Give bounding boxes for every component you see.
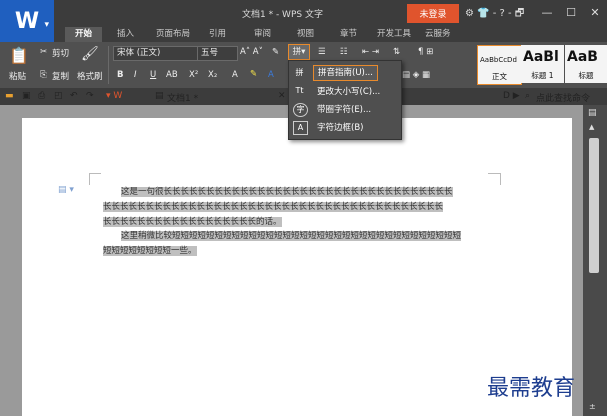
text-line: 这里稍微比较短短短短短短短短短短短短短短短短短短短短短短短短短短短短短短短短短短 [121, 231, 462, 242]
wps-logo-button[interactable]: W ▾ [0, 0, 54, 42]
style-sample: AaBl [523, 49, 559, 65]
change-case-icon: Tt [295, 86, 304, 95]
menu-item-label: 拼音指南(U)... [313, 65, 378, 81]
paste-icon[interactable]: 📋 [9, 46, 29, 65]
brush-icon[interactable]: 🖌 [81, 46, 99, 62]
grow-font-icon[interactable]: A˄ A˅ [240, 47, 263, 57]
sort-icon[interactable]: ⇅ [393, 47, 400, 57]
save-icon[interactable]: ▣ [22, 91, 31, 101]
scroll-down-icon[interactable]: ± [589, 402, 596, 411]
maximize-icon[interactable]: ☐ [560, 4, 582, 22]
phonetic-guide-button[interactable]: 拼▾ [288, 44, 310, 60]
style-heading1[interactable]: AaBl 标题 1 [521, 45, 564, 83]
style-label: 标题 [578, 71, 594, 80]
preview-icon[interactable]: ◰ [54, 91, 63, 101]
style-normal[interactable]: AaBbCcDd 正文 [477, 45, 522, 85]
font-color-icon[interactable]: A [268, 70, 274, 80]
tab-developer[interactable]: 开发工具 [377, 27, 411, 42]
tab-insert[interactable]: 插入 [117, 27, 134, 42]
print-icon[interactable]: ⎙ [38, 91, 45, 101]
toolbar-icons[interactable]: D ▶ [503, 91, 520, 101]
margin-mark [89, 173, 101, 174]
style-sample: AaB [567, 49, 598, 65]
tab-review[interactable]: 审阅 [254, 27, 271, 42]
underline-icon[interactable]: U [150, 70, 156, 80]
text-line: 长长长长长长长长长长长长长长长长长长长长长长长长长长长长长长长长长长长长长长长长 [103, 201, 444, 212]
scroll-up-icon[interactable]: ▲ [589, 123, 594, 131]
panel-toggle-icon[interactable]: ▤ [588, 108, 597, 118]
tab-view[interactable]: 视图 [297, 27, 314, 42]
close-icon[interactable]: ✕ [584, 4, 606, 22]
search-command[interactable]: 点此查找命令 [536, 91, 590, 104]
style-label: 正文 [492, 72, 507, 81]
shading-icon[interactable]: ▤ ◈ ▦ [402, 70, 430, 80]
text-line: 短短短短短短短短一些。 [103, 246, 197, 257]
menu-item-enclosed-char[interactable]: 字 带圈字符(E)... [289, 100, 401, 118]
menu-item-char-border[interactable]: A 字符边框(B) [289, 118, 401, 136]
redo-icon[interactable]: ↷ [86, 91, 94, 101]
menu-item-label: 带圈字符(E)... [317, 105, 372, 115]
chevron-down-icon: ▾ [44, 20, 49, 30]
font-family-select[interactable]: 宋体 (正文) [113, 46, 198, 61]
menu-item-phonetic-guide[interactable]: 拼 拼音指南(U)... [289, 64, 401, 82]
superscript-icon[interactable]: X² [189, 70, 198, 80]
paragraph-mark-icon[interactable]: ¶ ⊞ [418, 47, 433, 57]
scissors-icon[interactable]: ✂ [40, 47, 47, 57]
strikethrough-icon[interactable]: AB [166, 70, 178, 80]
search-icon[interactable]: ⌕ [525, 91, 530, 101]
minimize-icon[interactable]: — [536, 4, 558, 22]
ribbon-divider [108, 46, 109, 84]
numbered-list-icon[interactable]: ☷ [340, 47, 348, 57]
folder-icon[interactable]: ▬ [5, 91, 14, 101]
copy-button[interactable]: 复制 [52, 70, 69, 82]
login-button[interactable]: 未登录 [407, 4, 459, 23]
app-logo: W [14, 8, 40, 34]
tab-section[interactable]: 章节 [340, 27, 357, 42]
menu-item-label: 字符边框(B) [317, 123, 364, 133]
vertical-scrollbar[interactable] [589, 138, 599, 273]
tab-page-layout[interactable]: 页面布局 [156, 27, 190, 42]
text-effect-icon[interactable]: A [232, 70, 238, 80]
phonetic-dropdown-menu: 拼 拼音指南(U)... Tt 更改大小写(C)... 字 带圈字符(E)...… [288, 60, 402, 140]
style-heading[interactable]: AaB 标题 [565, 45, 607, 83]
clear-format-icon[interactable]: ✎ [272, 47, 279, 57]
title-tool-icons[interactable]: ⚙ 👕 - ? - 🗗 [465, 6, 524, 23]
tab-home[interactable]: 开始 [65, 27, 103, 42]
watermark: 最需教育 [487, 376, 576, 401]
menu-item-label: 更改大小写(C)... [317, 87, 381, 97]
paragraph-icon: ▤ ▾ [58, 185, 74, 195]
tab-references[interactable]: 引用 [209, 27, 226, 42]
indent-icon[interactable]: ⇤ ⇥ [362, 47, 379, 57]
style-sample: AaBbCcDd [480, 56, 517, 64]
bold-icon[interactable]: B [117, 70, 123, 80]
text-line: 这是一句很长长长长长长长长长长长长长长长长长长长长长长长长长长长长长长长长长长 [121, 187, 453, 197]
bullet-list-icon[interactable]: ☰ [318, 47, 326, 57]
format-painter-button[interactable]: 格式刷 [77, 70, 103, 82]
paste-button[interactable]: 粘贴 [9, 70, 26, 82]
margin-mark [488, 173, 500, 174]
pdf-icon[interactable]: ▾ W [106, 91, 122, 101]
window-title: 文档1 * - WPS 文字 [242, 10, 323, 20]
font-size-select[interactable]: 五号 [197, 46, 238, 61]
phonetic-icon: 拼 [295, 68, 304, 77]
document-tab[interactable]: 文档1 * [167, 91, 198, 104]
text-line: 长长长长长长长长长长长长长长长长长长的话。 [103, 216, 282, 227]
margin-mark [89, 173, 90, 185]
menu-item-change-case[interactable]: Tt 更改大小写(C)... [289, 82, 401, 100]
enclosed-char-icon: 字 [293, 103, 308, 117]
tab-cloud[interactable]: 云服务 [425, 27, 451, 42]
undo-icon[interactable]: ↶ [70, 91, 78, 101]
highlight-icon[interactable]: ✎ [250, 69, 257, 79]
margin-mark [500, 173, 501, 185]
close-tab-icon[interactable]: ✕ [278, 91, 286, 101]
char-border-icon: A [293, 121, 308, 135]
subscript-icon[interactable]: X₂ [208, 70, 217, 80]
paragraph-1: 这是一句很长长长长长长长长长长长长长长长长长长长长长长长长长长长长长长长长长长 … [103, 185, 462, 259]
copy-icon[interactable]: ⎘ [40, 70, 47, 80]
italic-icon[interactable]: I [134, 70, 137, 80]
style-label: 标题 1 [531, 71, 554, 80]
cut-button[interactable]: 剪切 [52, 47, 69, 59]
doc-icon: ▤ [155, 91, 164, 101]
